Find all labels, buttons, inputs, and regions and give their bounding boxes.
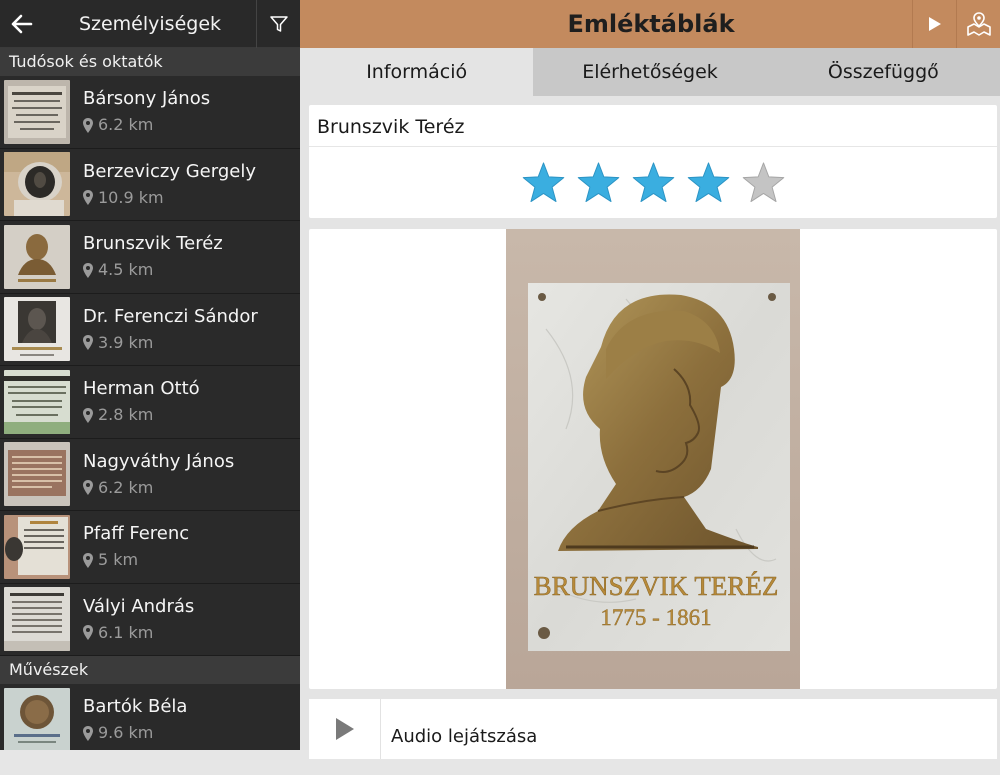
list-item-herman-otto[interactable]: Herman Ottó 2.8 km <box>0 366 300 439</box>
item-distance: 6.2 km <box>98 477 154 497</box>
sidebar-title: Személyiségek <box>78 12 222 35</box>
list-item-nagyvathy-janos[interactable]: Nagyváthy János 6.2 km <box>0 439 300 511</box>
item-name: Brunszvik Teréz <box>83 233 223 255</box>
plaque-inscription-years: 1775 - 1861 <box>600 605 711 630</box>
item-name: Berzeviczy Gergely <box>83 160 256 182</box>
main-panel: Emléktáblák Információ Elérhetőségek Öss… <box>300 0 1000 759</box>
location-pin-icon <box>83 625 93 641</box>
location-pin-icon <box>83 335 93 351</box>
filter-button[interactable] <box>256 0 300 48</box>
thumbnail-image <box>4 152 70 217</box>
filter-icon <box>269 15 288 32</box>
item-name: Dr. Ferenczi Sándor <box>83 305 258 327</box>
plaque-inscription-name: BRUNSZVIK TERÉZ <box>534 571 779 601</box>
title-card: Brunszvik Teréz <box>309 105 997 218</box>
location-pin-icon <box>83 190 93 206</box>
detail-title: Brunszvik Teréz <box>309 105 997 147</box>
item-distance: 6.1 km <box>98 622 154 642</box>
location-pin-icon <box>83 117 93 133</box>
list-item-ferenczi-sandor[interactable]: Dr. Ferenczi Sándor 3.9 km <box>0 294 300 366</box>
item-name: Nagyváthy János <box>83 450 235 472</box>
list-item-brunszvik-terez[interactable]: Brunszvik Teréz 4.5 km <box>0 221 300 294</box>
thumbnail-image <box>4 297 70 362</box>
item-name: Vályi András <box>83 595 195 617</box>
top-bar: Emléktáblák <box>300 0 1000 48</box>
star-filled-icon[interactable] <box>519 161 568 205</box>
photo-card: BRUNSZVIK TERÉZ 1775 - 1861 <box>309 229 997 689</box>
page-title: Emléktáblák <box>567 10 735 38</box>
thumbnail-image <box>4 79 70 144</box>
star-filled-icon[interactable] <box>574 161 623 205</box>
thumbnail-image <box>4 514 70 579</box>
list-item-bartok-bela[interactable]: Bartók Béla 9.6 km <box>0 684 300 750</box>
sidebar: Személyiségek Tudósok és oktatók Bársony… <box>0 0 300 750</box>
item-name: Herman Ottó <box>83 378 200 400</box>
item-distance: 4.5 km <box>98 260 154 280</box>
list-item-berzeviczy-gergely[interactable]: Berzeviczy Gergely 10.9 km <box>0 149 300 221</box>
location-pin-icon <box>83 407 93 423</box>
play-icon <box>928 17 941 31</box>
thumbnail-image <box>4 224 70 289</box>
item-distance: 10.9 km <box>98 187 164 207</box>
star-filled-icon[interactable] <box>684 161 733 205</box>
thumbnail-image <box>4 587 70 652</box>
star-filled-icon[interactable] <box>629 161 678 205</box>
map-icon <box>966 12 991 36</box>
audio-label: Audio lejátszása <box>391 726 538 747</box>
back-button[interactable] <box>0 0 44 48</box>
arrow-left-icon <box>11 14 33 33</box>
plaque-photo[interactable]: BRUNSZVIK TERÉZ 1775 - 1861 <box>506 229 800 689</box>
item-name: Pfaff Ferenc <box>83 523 190 545</box>
sidebar-header: Személyiségek <box>0 0 300 48</box>
tab-related[interactable]: Összefüggő <box>766 48 1000 96</box>
item-distance: 9.6 km <box>98 723 154 743</box>
tab-contacts[interactable]: Elérhetőségek <box>533 48 767 96</box>
list-item-pfaff-ferenc[interactable]: Pfaff Ferenc 5 km <box>0 511 300 584</box>
item-distance: 3.9 km <box>98 332 154 352</box>
star-rating <box>309 147 997 205</box>
item-distance: 5 km <box>98 550 139 570</box>
play-button[interactable] <box>912 0 956 48</box>
list-item-valyi-andras[interactable]: Vályi András 6.1 km <box>0 584 300 656</box>
location-pin-icon <box>83 552 93 568</box>
section-header-scientists: Tudósok és oktatók <box>0 48 300 76</box>
audio-card[interactable]: Audio lejátszása <box>309 699 997 759</box>
item-name: Bársony János <box>83 88 211 110</box>
item-distance: 6.2 km <box>98 115 154 135</box>
location-pin-icon <box>83 262 93 278</box>
map-button[interactable] <box>956 0 1000 48</box>
item-distance: 2.8 km <box>98 405 154 425</box>
thumbnail-image <box>4 442 70 507</box>
thumbnail-image <box>4 687 70 750</box>
list-item-barsony-janos[interactable]: Bársony János 6.2 km <box>0 76 300 149</box>
audio-play-button[interactable] <box>309 699 381 759</box>
star-empty-icon[interactable] <box>739 161 788 205</box>
item-name: Bartók Béla <box>83 696 188 718</box>
thumbnail-image <box>4 369 70 434</box>
tab-information[interactable]: Információ <box>300 48 534 96</box>
play-icon <box>335 718 354 740</box>
tab-bar: Információ Elérhetőségek Összefüggő <box>300 48 1000 96</box>
location-pin-icon <box>83 480 93 496</box>
section-header-artists: Művészek <box>0 656 300 684</box>
location-pin-icon <box>83 725 93 741</box>
